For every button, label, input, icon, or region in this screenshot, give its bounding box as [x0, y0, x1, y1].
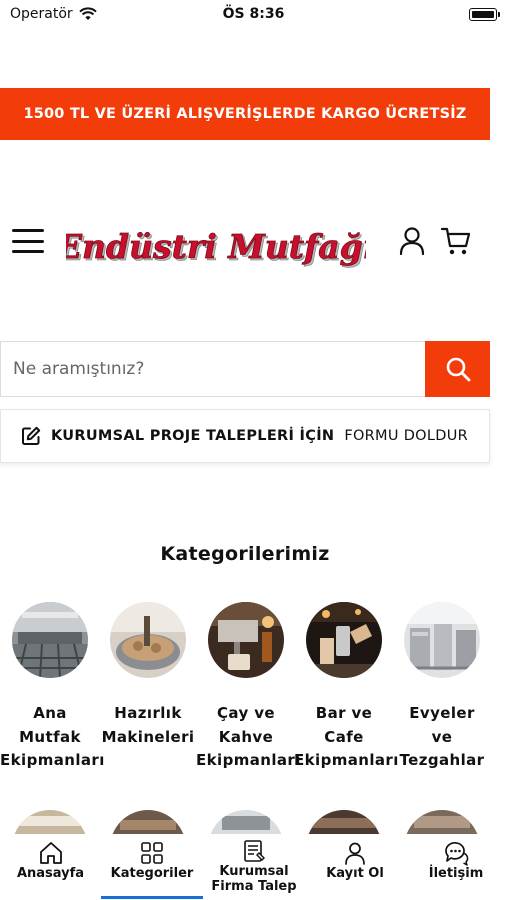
promo-banner[interactable]: 1500 TL VE ÜZERİ ALIŞVERİŞLERDE KARGO ÜC…	[0, 88, 490, 140]
tab-register[interactable]: Kayıt Ol	[305, 834, 405, 900]
category-image-bar	[306, 602, 382, 678]
svg-text:Endüstri Mutfağı: Endüstri Mutfağı	[66, 227, 366, 266]
brand-logo[interactable]: Endüstri Mutfağı Endüstri Mutfağı	[66, 218, 366, 276]
category-image-partial[interactable]	[306, 810, 382, 834]
chat-icon	[445, 841, 469, 866]
form-icon	[244, 840, 265, 862]
edit-icon	[22, 426, 41, 445]
category-image-food-prep	[110, 602, 186, 678]
active-tab-indicator	[101, 896, 203, 899]
categories-title: Kategorilerimiz	[160, 543, 330, 565]
category-image-sinks	[404, 602, 480, 678]
tab-label: İletişim	[428, 866, 484, 881]
account-icon[interactable]	[398, 226, 426, 256]
search-bar	[0, 341, 490, 397]
categories-row-2	[0, 810, 507, 834]
tab-home[interactable]: Anasayfa	[0, 834, 101, 900]
status-bar: Operatör ÖS 8:36	[0, 0, 507, 30]
category-image-coffee	[208, 602, 284, 678]
category-label: Evyeler ve Tezgahlar	[399, 704, 485, 769]
category-ana-mutfak[interactable]: Ana Mutfak Ekipmanları	[0, 602, 105, 773]
search-button[interactable]	[425, 341, 490, 397]
status-time: ÖS 8:36	[222, 6, 285, 22]
search-input[interactable]	[0, 341, 425, 397]
category-label: Hazırlık Makineleri	[101, 704, 195, 746]
tab-label: Kurumsal Firma Talep	[211, 864, 297, 894]
category-cay-kahve[interactable]: Çay ve Kahve Ekipmanları	[196, 602, 301, 773]
category-label: Bar ve Cafe Ekipmanları	[294, 704, 399, 769]
tab-label: Kayıt Ol	[326, 866, 384, 881]
user-icon	[345, 842, 365, 865]
corporate-request-text: KURUMSAL PROJE TALEPLERİ İÇİN	[51, 428, 335, 444]
corporate-request-bar[interactable]: KURUMSAL PROJE TALEPLERİ İÇİN FORMU DOLD…	[0, 409, 490, 463]
hamburger-menu-icon[interactable]	[12, 229, 44, 253]
battery-icon	[469, 8, 500, 21]
category-hazirlik[interactable]: Hazırlık Makineleri	[98, 602, 198, 749]
category-image-partial[interactable]	[404, 810, 480, 834]
fill-form-link[interactable]: FORMU DOLDUR	[344, 428, 468, 444]
header: Endüstri Mutfağı Endüstri Mutfağı	[0, 140, 490, 330]
cart-icon[interactable]	[440, 226, 472, 256]
home-icon	[39, 842, 62, 864]
bottom-tab-bar: Anasayfa Kategoriler Kurumsal Firma Tale…	[0, 834, 507, 900]
category-bar-cafe[interactable]: Bar ve Cafe Ekipmanları	[294, 602, 399, 773]
tab-contact[interactable]: İletişim	[405, 834, 507, 900]
tab-corporate-request[interactable]: Kurumsal Firma Talep	[203, 834, 305, 900]
category-image-partial[interactable]	[110, 810, 186, 834]
category-label: Çay ve Kahve Ekipmanları	[196, 704, 301, 769]
categories-row: Ana Mutfak Ekipmanları Hazırlık Makinele…	[0, 602, 507, 782]
promo-text: 1500 TL VE ÜZERİ ALIŞVERİŞLERDE KARGO ÜC…	[23, 106, 467, 122]
grid-icon	[141, 842, 163, 864]
category-image-partial[interactable]	[12, 810, 88, 834]
category-image-kitchen	[12, 602, 88, 678]
tab-label: Kategoriler	[110, 866, 194, 881]
category-label: Ana Mutfak Ekipmanları	[0, 704, 105, 769]
tab-label: Anasayfa	[16, 866, 85, 881]
tab-categories[interactable]: Kategoriler	[101, 834, 203, 900]
category-image-partial[interactable]	[208, 810, 284, 834]
category-evyeler[interactable]: Evyeler ve Tezgahlar	[392, 602, 492, 773]
search-icon	[446, 357, 470, 382]
